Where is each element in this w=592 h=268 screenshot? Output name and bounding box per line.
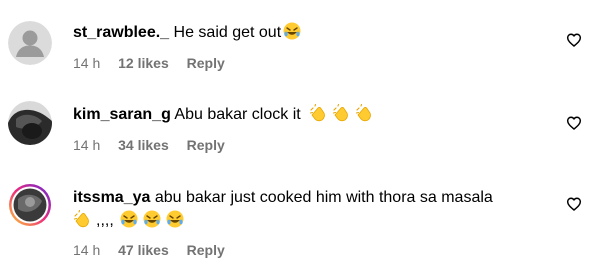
comment-meta: 14 h 12 likes Reply bbox=[73, 54, 543, 72]
default-avatar-icon bbox=[8, 21, 52, 65]
comment-text: kim_saran_g Abu bakar clock it bbox=[73, 104, 543, 126]
comment-timestamp: 14 h bbox=[73, 55, 101, 71]
comment-username[interactable]: st_rawblee._ bbox=[73, 24, 169, 41]
comment-timestamp: 14 h bbox=[73, 137, 101, 153]
clap-emoji-icon bbox=[356, 104, 371, 122]
comment-body: abu bakar just cooked him with thora sa … bbox=[154, 189, 493, 206]
avatar[interactable] bbox=[8, 101, 52, 145]
rolling-laughing-emoji-icon bbox=[166, 210, 184, 228]
comment-meta: 14 h 47 likes Reply bbox=[73, 241, 543, 259]
comment-body: Abu bakar clock it bbox=[174, 106, 301, 123]
heart-icon[interactable] bbox=[566, 115, 582, 131]
comment-likes-count[interactable]: 12 likes bbox=[118, 55, 169, 71]
comment-body: He said get out bbox=[173, 24, 282, 41]
reply-button[interactable]: Reply bbox=[187, 55, 225, 71]
clap-emoji-icon bbox=[73, 210, 89, 228]
comment-username[interactable]: itssma_ya bbox=[73, 189, 150, 206]
comment-punctuation: ,,,, bbox=[96, 212, 114, 229]
comment-username[interactable]: kim_saran_g bbox=[73, 106, 171, 123]
story-ring-icon bbox=[9, 184, 51, 226]
comment-text: itssma_ya abu bakar just cooked him with… bbox=[73, 187, 543, 209]
avatar-with-story-ring[interactable] bbox=[8, 183, 52, 227]
comment-timestamp: 14 h bbox=[73, 242, 101, 258]
rolling-laughing-emoji-icon bbox=[283, 22, 301, 40]
comment-item: kim_saran_g Abu bakar clock it 14 h 34 l… bbox=[0, 86, 592, 166]
comment-item: st_rawblee._ He said get out 14 h 12 lik… bbox=[0, 0, 592, 86]
heart-icon[interactable] bbox=[566, 32, 582, 48]
comment-item: itssma_ya abu bakar just cooked him with… bbox=[0, 166, 592, 268]
comment-likes-count[interactable]: 47 likes bbox=[118, 242, 169, 258]
heart-icon[interactable] bbox=[566, 196, 582, 212]
comment-text: st_rawblee._ He said get out bbox=[73, 22, 543, 44]
rolling-laughing-emoji-icon bbox=[143, 210, 161, 228]
clap-emoji-icon bbox=[310, 104, 325, 122]
comment-text-continued: ,,,, bbox=[73, 210, 543, 232]
avatar[interactable] bbox=[8, 21, 52, 65]
profile-photo-icon bbox=[8, 101, 52, 145]
reply-button[interactable]: Reply bbox=[187, 137, 225, 153]
comment-likes-count[interactable]: 34 likes bbox=[118, 137, 169, 153]
reply-button[interactable]: Reply bbox=[187, 242, 225, 258]
rolling-laughing-emoji-icon bbox=[120, 210, 138, 228]
comment-meta: 14 h 34 likes Reply bbox=[73, 136, 543, 154]
clap-emoji-icon bbox=[333, 104, 348, 122]
